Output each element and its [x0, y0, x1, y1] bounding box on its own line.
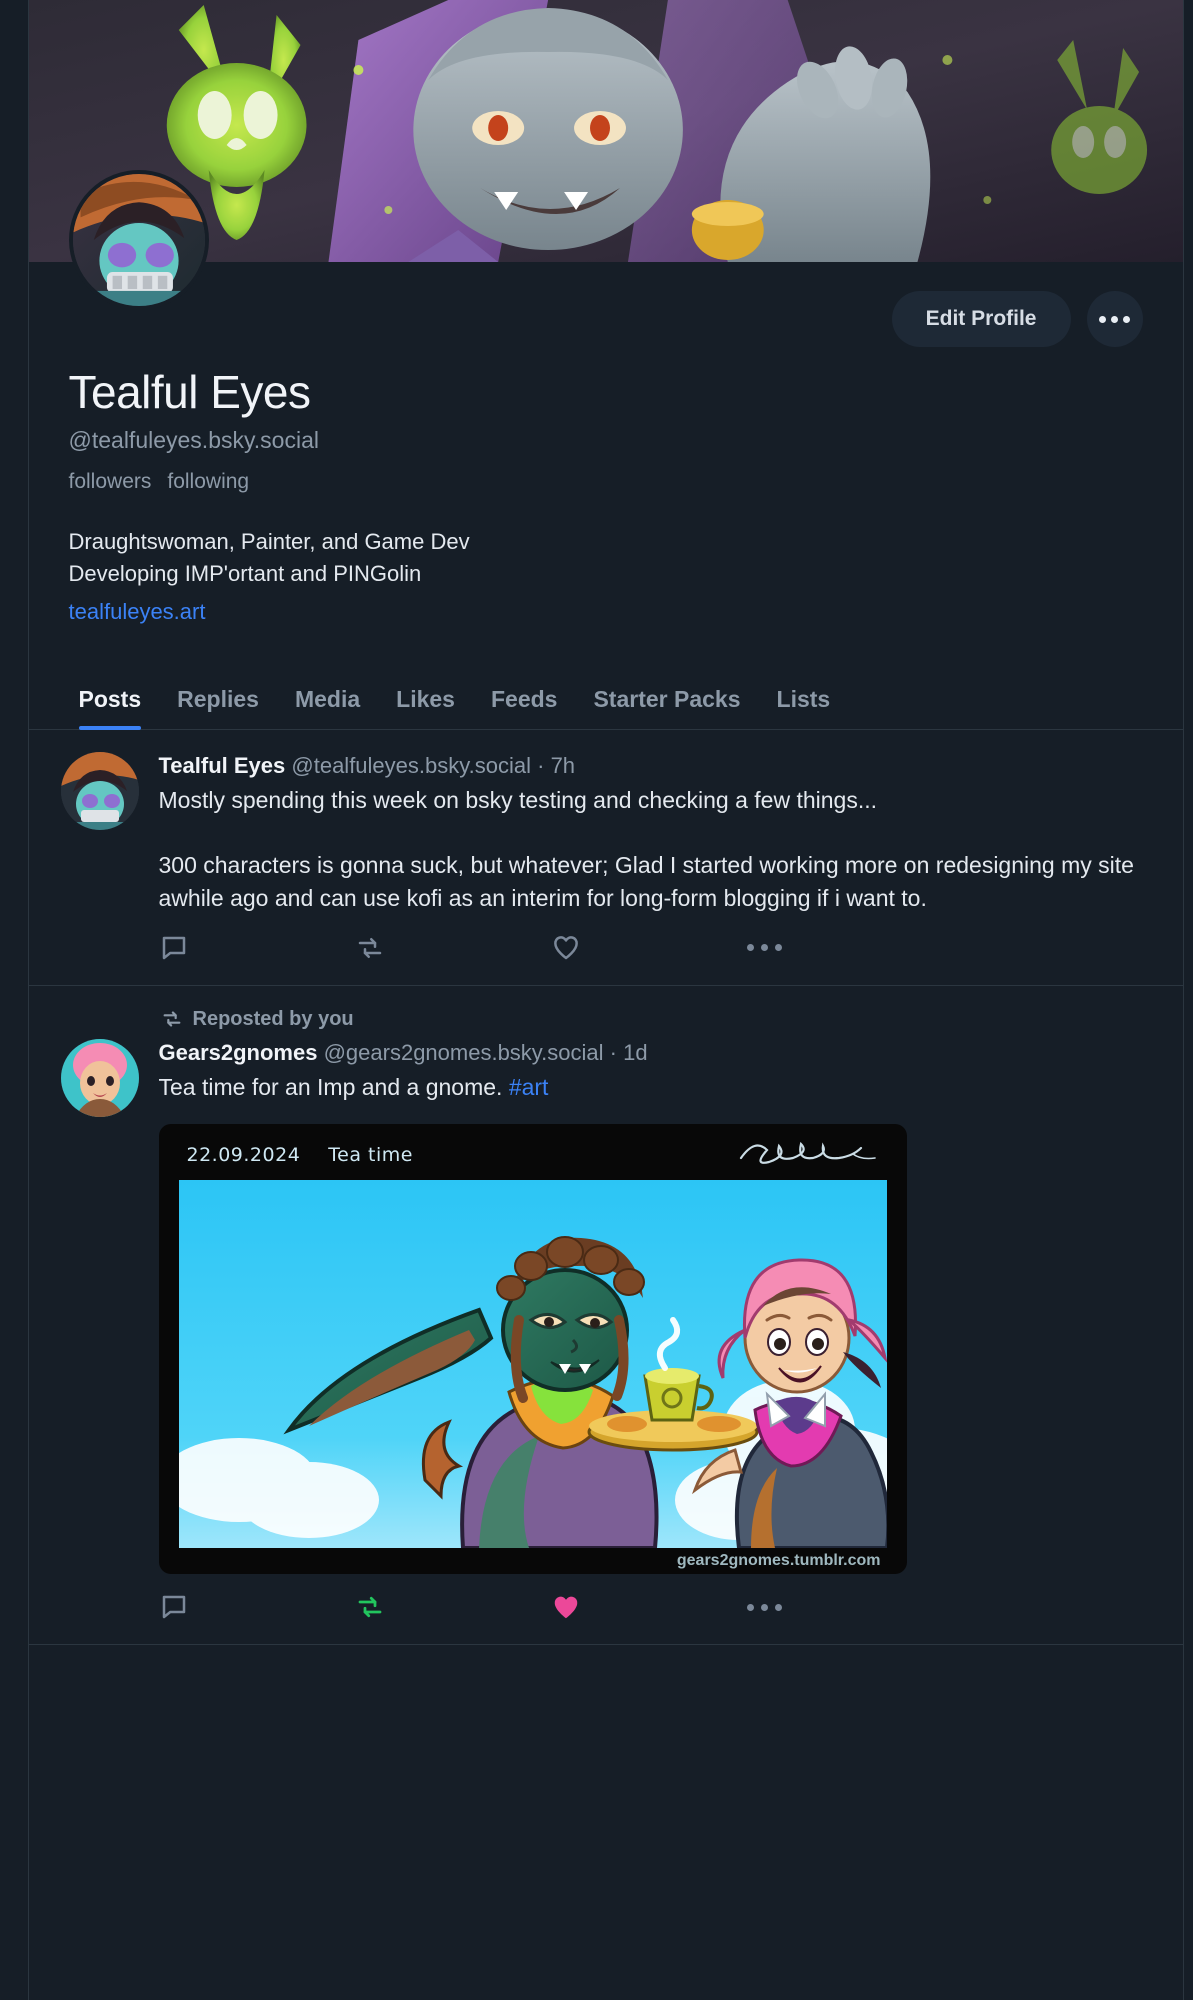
post-more-button[interactable]	[746, 1603, 782, 1611]
profile-counts: followers following	[69, 470, 1143, 494]
post-item[interactable]: Tealful Eyes @tealfuleyes.bsky.social · …	[28, 730, 1183, 986]
artwork-image	[178, 1180, 887, 1549]
tab-posts[interactable]: Posts	[61, 686, 160, 730]
profile-tabs: Posts Replies Media Likes Feeds Starter …	[28, 668, 1183, 730]
profile-header: Edit Profile Tealful Eyes @tealfuleyes.b…	[29, 170, 1183, 628]
heart-icon	[554, 1596, 577, 1619]
repost-icon	[358, 937, 381, 958]
dot-icon	[746, 1603, 754, 1611]
bio-line-2: Developing IMP'ortant and PINGolin	[68, 560, 422, 586]
profile-handle: @tealfuleyes.bsky.social	[68, 426, 319, 453]
following-count[interactable]: following	[167, 470, 249, 494]
profile-bio: Draughtswoman, Painter, and Game Dev Dev…	[69, 526, 1143, 628]
post-text: Tea time for an Imp and a gnome. #art	[159, 1071, 1151, 1104]
reply-button[interactable]	[159, 1592, 355, 1622]
dot-icon	[760, 944, 768, 952]
artist-signature	[733, 1136, 883, 1172]
heart-icon	[553, 935, 578, 960]
repost-button[interactable]	[355, 933, 551, 963]
repost-button-active[interactable]	[355, 1592, 551, 1622]
separator: ·	[609, 1039, 617, 1065]
more-options-button[interactable]	[1086, 291, 1143, 347]
profile-actions: Edit Profile	[69, 262, 1143, 354]
like-button[interactable]	[551, 933, 747, 963]
repost-icon	[358, 1596, 381, 1618]
tab-lists[interactable]: Lists	[759, 686, 849, 729]
post-author-handle[interactable]: @tealfuleyes.bsky.social	[291, 753, 531, 778]
bluesky-profile-page: Edit Profile Tealful Eyes @tealfuleyes.b…	[0, 0, 1193, 2000]
main-column: Edit Profile Tealful Eyes @tealfuleyes.b…	[27, 0, 1184, 2000]
post-author-handle[interactable]: @gears2gnomes.bsky.social	[324, 1040, 604, 1065]
dot-icon	[1099, 315, 1106, 323]
avatar[interactable]	[60, 751, 139, 830]
dot-icon	[774, 1603, 782, 1611]
post-content-row: Tealful Eyes @tealfuleyes.bsky.social · …	[60, 751, 1151, 915]
like-button-active[interactable]	[551, 1592, 747, 1622]
post-author-name[interactable]: Gears2gnomes	[159, 1040, 318, 1065]
dot-icon	[1123, 315, 1130, 323]
artwork-title: Tea time	[328, 1144, 413, 1167]
followers-count[interactable]: followers	[69, 470, 152, 494]
reply-icon	[162, 1595, 185, 1619]
tab-starter-packs[interactable]: Starter Packs	[575, 686, 758, 729]
dot-icon	[746, 944, 754, 952]
dot-icon	[760, 1603, 768, 1611]
repost-label: Reposted by you	[192, 1007, 354, 1030]
avatar[interactable]	[60, 1038, 139, 1117]
repost-icon	[163, 1011, 180, 1027]
tab-feeds[interactable]: Feeds	[473, 686, 575, 729]
post-body: Gears2gnomes @gears2gnomes.bsky.social ·…	[158, 1039, 1151, 1575]
dot-icon	[1111, 315, 1118, 323]
post-image-embed[interactable]: 22.09.2024 Tea time gears2gnomes.tumblr.…	[158, 1124, 907, 1575]
tab-media[interactable]: Media	[277, 686, 378, 729]
website-link[interactable]: tealfuleyes.art	[69, 596, 206, 628]
edit-profile-button[interactable]: Edit Profile	[891, 291, 1071, 347]
bio-line-1: Draughtswoman, Painter, and Game Dev	[68, 528, 470, 554]
post-content-row: Gears2gnomes @gears2gnomes.bsky.social ·…	[60, 1038, 1151, 1575]
artwork-watermark: gears2gnomes.tumblr.com	[676, 1552, 881, 1570]
post-more-button[interactable]	[746, 944, 782, 952]
tab-replies[interactable]: Replies	[159, 686, 277, 729]
hashtag-link[interactable]: #art	[509, 1074, 549, 1100]
post-text: Mostly spending this week on bsky testin…	[158, 787, 1134, 912]
post-body: Tealful Eyes @tealfuleyes.bsky.social · …	[159, 752, 1151, 915]
post-header: Tealful Eyes @tealfuleyes.bsky.social · …	[159, 752, 1151, 781]
avatar[interactable]	[68, 170, 209, 310]
separator: ·	[537, 752, 545, 778]
repost-indicator: Reposted by you	[161, 1008, 1151, 1031]
post-text-body: Tea time for an Imp and a gnome.	[158, 1074, 503, 1101]
post-item[interactable]: Reposted by you Gears2gnomes @gears2gnom…	[28, 986, 1183, 1646]
artwork-date: 22.09.2024	[186, 1144, 301, 1167]
post-actions	[61, 1574, 1151, 1644]
dot-icon	[774, 944, 782, 952]
post-timestamp[interactable]: 7h	[551, 753, 575, 778]
post-author-name[interactable]: Tealful Eyes	[159, 753, 286, 778]
reply-icon	[162, 936, 185, 960]
post-header: Gears2gnomes @gears2gnomes.bsky.social ·…	[159, 1039, 1151, 1068]
reply-button[interactable]	[159, 933, 355, 963]
post-actions	[61, 915, 1151, 985]
signature-icon	[739, 1141, 876, 1164]
post-timestamp[interactable]: 1d	[623, 1040, 647, 1065]
page-title: Tealful Eyes	[68, 366, 312, 418]
tab-likes[interactable]: Likes	[378, 686, 473, 729]
